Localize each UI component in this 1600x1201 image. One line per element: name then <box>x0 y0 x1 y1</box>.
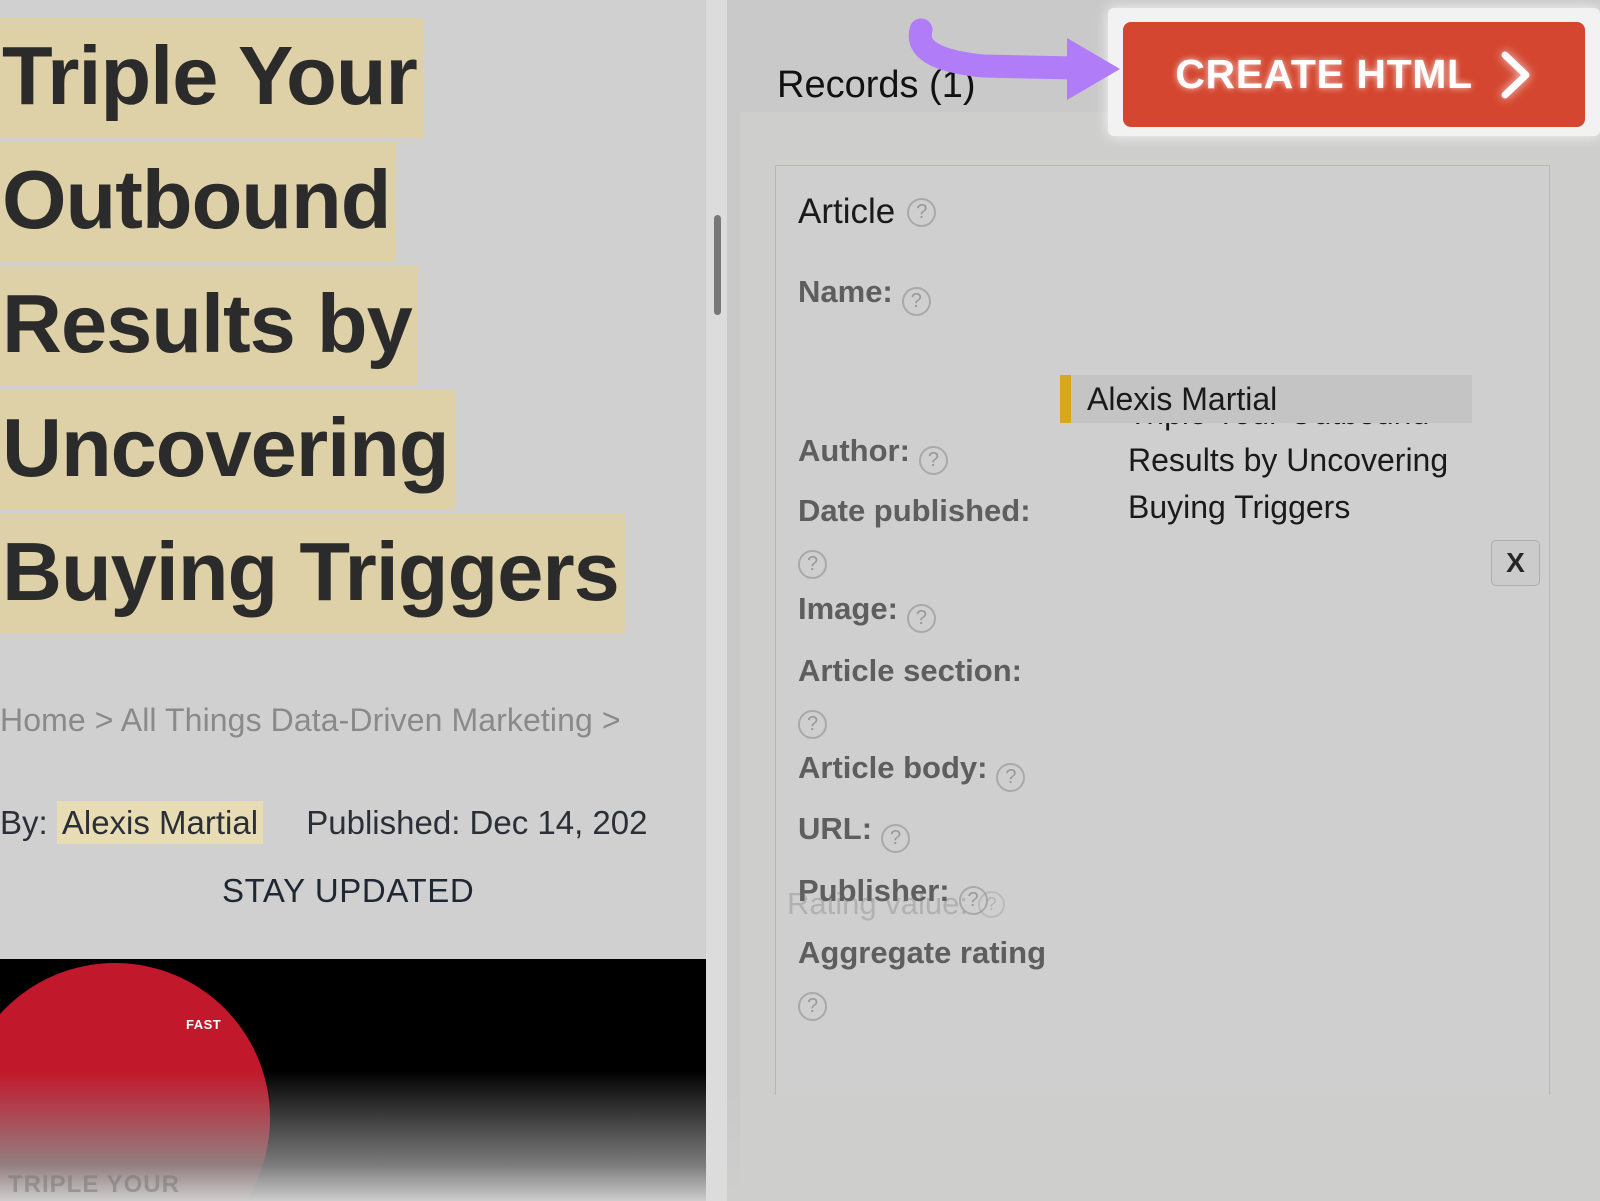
author-value-input[interactable]: Alexis Martial <box>1071 375 1472 423</box>
field-value-author-row[interactable]: Alexis Martial <box>1060 375 1472 423</box>
byline-published: Published: Dec 14, 202 <box>306 804 648 841</box>
chevron-right-icon <box>1499 51 1533 99</box>
article-record-card: Article ? Name:? Author:? Date published… <box>775 165 1550 1095</box>
records-title: Records (1) <box>777 64 976 106</box>
field-label: Rating value: <box>787 886 968 921</box>
field-url: URL:? <box>798 807 1138 853</box>
field-label: Date published: <box>798 493 1031 528</box>
field-label: Aggregate rating <box>798 935 1047 970</box>
help-icon[interactable]: ? <box>798 549 827 579</box>
field-image: Image:? <box>798 587 1138 633</box>
headline-line: Triple Your <box>0 18 423 138</box>
help-icon[interactable]: ? <box>996 762 1026 792</box>
headline-line: Outbound <box>0 142 397 262</box>
card-title-label: Article <box>798 192 896 231</box>
video-bottom-text: TRIPLE YOUR <box>8 1171 180 1198</box>
field-label: Name: <box>798 274 893 309</box>
byline: By: Alexis Martial Published: Dec 14, 20… <box>0 801 648 844</box>
help-icon[interactable]: ? <box>881 823 911 853</box>
stay-updated-heading: STAY UPDATED <box>222 872 475 909</box>
byline-author: Alexis Martial <box>56 801 264 844</box>
help-icon[interactable]: ? <box>901 286 931 316</box>
field-aggregate-rating: Aggregate rating? <box>798 931 1098 1021</box>
headline-line: Uncovering <box>0 390 455 510</box>
author-accent-bar <box>1060 375 1071 423</box>
field-article-section: Article section:? <box>798 649 1098 739</box>
field-label: Image: <box>798 591 898 626</box>
card-title: Article ? <box>798 192 937 232</box>
byline-prefix: By: <box>0 804 48 841</box>
field-label: URL: <box>798 811 873 846</box>
help-icon[interactable]: ? <box>918 445 948 475</box>
help-icon[interactable]: ? <box>977 890 1005 918</box>
create-html-label: CREATE HTML <box>1175 51 1473 97</box>
breadcrumb[interactable]: Home > All Things Data-Driven Marketing … <box>0 702 621 739</box>
video-label: FAST <box>186 1017 222 1032</box>
field-label: Article body: <box>798 750 988 785</box>
field-article-body: Article body:? <box>798 746 1138 792</box>
field-rating-value: Rating value: ? <box>787 886 1005 922</box>
help-icon[interactable]: ? <box>906 603 936 633</box>
help-icon[interactable]: ? <box>798 991 827 1021</box>
field-label: Author: <box>798 433 910 468</box>
headline-line: Buying Triggers <box>0 514 625 634</box>
page-scrollbar[interactable] <box>706 0 728 1201</box>
field-label: Article section: <box>798 653 1022 688</box>
screenshot-root: Triple Your Outbound Results by Uncoveri… <box>0 0 1600 1201</box>
video-banner[interactable]: FAST TRIPLE YOUR <box>0 959 712 1201</box>
scrollbar-thumb[interactable] <box>714 215 721 315</box>
field-name: Name:? <box>798 270 1138 316</box>
help-icon[interactable]: ? <box>907 197 937 227</box>
structured-data-panel: Records (1) Article ? Name:? Author:? Da… <box>727 0 1600 1201</box>
help-icon[interactable]: ? <box>798 709 827 739</box>
remove-author-button[interactable]: X <box>1491 540 1540 586</box>
field-date-published: Date published:? <box>798 489 1098 579</box>
field-author: Author:? <box>798 429 1138 475</box>
headline-line: Results by <box>0 266 418 386</box>
article-preview-pane: Triple Your Outbound Results by Uncoveri… <box>0 0 712 1201</box>
article-headline: Triple Your Outbound Results by Uncoveri… <box>0 14 712 634</box>
create-html-button[interactable]: CREATE HTML <box>1123 22 1585 127</box>
